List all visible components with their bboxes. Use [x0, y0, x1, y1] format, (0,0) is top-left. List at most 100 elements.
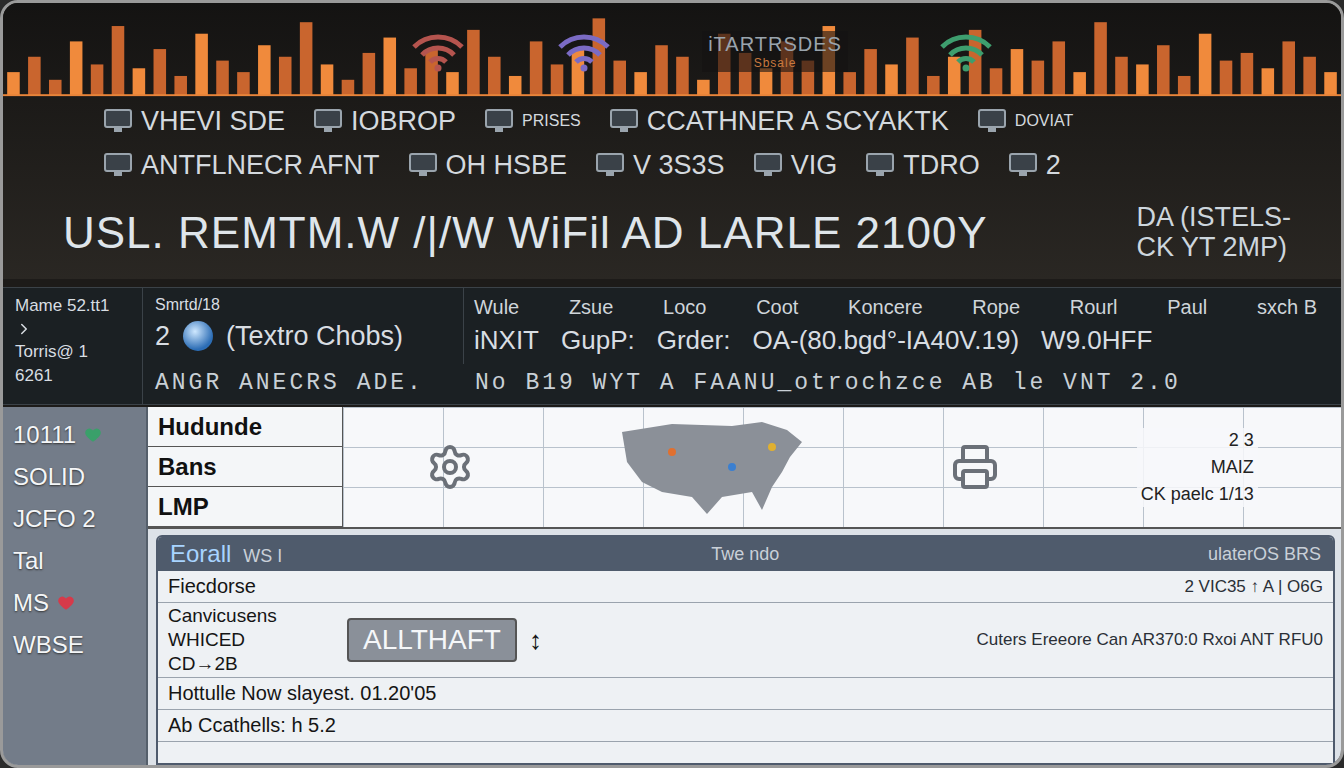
waveform-bar — [133, 68, 146, 95]
table-row: iNXIT GupP: Grder: OA-(80.bgd°-IA40V.19) W9.… — [474, 325, 1317, 356]
table-cell: GupP: — [561, 325, 635, 356]
inner-row[interactable]: Ab Ccathells: h 5.2 — [158, 710, 1333, 742]
waveform-bar — [1157, 45, 1170, 95]
column-header[interactable]: Coot — [756, 296, 798, 319]
waveform-bar — [1199, 34, 1212, 95]
waveform-bar — [363, 53, 376, 95]
grid-marks: 2 3MAIZCK paelc 1/13 — [1137, 428, 1258, 507]
waveform-bar — [990, 68, 1003, 95]
waveform-bar — [258, 45, 271, 95]
title-row: USL. REMTM.W /|/W WiFil AD LARLE 2100Y DA… — [3, 187, 1341, 279]
grid-table: HudundeBansLMP2 3MAIZCK paelc 1/13 — [148, 407, 1341, 529]
resize-arrow[interactable]: ↕ — [529, 625, 542, 655]
waveform-bar — [634, 72, 647, 95]
column-header[interactable]: Koncere — [848, 296, 923, 319]
waveform-bar — [1324, 72, 1337, 95]
sidebar: 10111 SOLID JCFO 2 Tal MS WBSE — [3, 407, 148, 765]
heart-icon — [84, 426, 102, 444]
icon-item[interactable]: VIG — [753, 150, 838, 181]
icon-item[interactable]: 2 — [1008, 150, 1061, 181]
column-header[interactable]: sxch B — [1257, 296, 1317, 319]
heart-icon — [57, 594, 75, 612]
waveform-bar — [1073, 72, 1086, 95]
wifi-icon — [410, 29, 466, 73]
icon-item[interactable]: IOBROP — [313, 106, 456, 137]
waveform-bar — [572, 49, 585, 95]
device-icon — [313, 108, 343, 134]
sidebar-item[interactable]: Tal — [13, 547, 136, 575]
waveform-bar — [7, 72, 20, 95]
waveform-bar — [551, 64, 564, 95]
waveform-strip: iTARTRSDESSbsale — [3, 3, 1341, 99]
icon-row: VHEVI SDE IOBROP PRISES CCATHNER A SCYAKTK D… — [3, 99, 1341, 143]
waveform-bar — [112, 26, 125, 95]
inner-group-row: CanvicusensWHICEDCD→2BALLTHAFT↕Cuters Er… — [158, 603, 1333, 678]
waveform-bar — [676, 57, 689, 95]
column-header[interactable]: Wule — [474, 296, 519, 319]
waveform-bar — [1115, 57, 1128, 95]
device-icon — [103, 152, 133, 178]
waveform-bar — [760, 68, 773, 95]
waveform-bar — [1136, 64, 1149, 95]
title-side: DA (ISTELS-CK YT 2MP) — [1136, 203, 1291, 262]
inner-row[interactable]: Hottulle Now slayest. 01.20'05 — [158, 678, 1333, 710]
waveform-bar — [613, 61, 626, 96]
sidebar-item[interactable]: JCFO 2 — [13, 505, 136, 533]
device-icon — [408, 152, 438, 178]
waveform-bar — [927, 76, 940, 95]
table-header: Wule Zsue Loco Coot Koncere Rope Rourl Paul sxch… — [474, 296, 1317, 319]
waveform-baseline — [3, 94, 1341, 96]
column-header[interactable]: Loco — [663, 296, 706, 319]
icon-item[interactable]: V 3S3S — [595, 150, 725, 181]
icon-item[interactable]: VHEVI SDE — [103, 106, 285, 137]
waveform-bar — [1011, 49, 1024, 95]
column-header[interactable]: Rope — [972, 296, 1020, 319]
orb-icon — [178, 316, 218, 356]
big-title: USL. REMTM.W /|/W WiFil AD LARLE 2100Y — [63, 208, 988, 258]
grid-row-label: Hudunde — [148, 407, 343, 447]
waveform-chart — [3, 3, 1341, 99]
icon-item[interactable]: ANTFLNECR AFNT — [103, 150, 380, 181]
column-header[interactable]: Paul — [1167, 296, 1207, 319]
device-icon — [484, 108, 514, 134]
waveform-bar — [1282, 41, 1295, 95]
sidebar-item[interactable]: MS — [13, 589, 136, 617]
device-icon — [103, 108, 133, 134]
icon-item[interactable]: OH HSBE — [408, 150, 568, 181]
waveform-bar — [91, 64, 104, 95]
waveform-bar — [342, 80, 355, 95]
panel-left: Mame 52.tt1Torris@ 16261 — [3, 288, 143, 404]
column-header[interactable]: Zsue — [569, 296, 613, 319]
machine-icon — [951, 443, 999, 491]
inner-row[interactable]: Fiecdorse2 VIC35 ↑ A | O6G — [158, 571, 1333, 603]
table-cell: iNXIT — [474, 325, 539, 356]
waveform-bar — [154, 49, 167, 95]
waveform-bar — [425, 49, 438, 95]
sidebar-item[interactable]: SOLID — [13, 463, 136, 491]
waveform-bar — [195, 34, 208, 95]
icon-item[interactable]: PRISES — [484, 108, 581, 134]
waveform-bar — [279, 57, 292, 95]
grid-row-label: Bans — [148, 447, 343, 487]
icon-row: ANTFLNECR AFNT OH HSBE V 3S3S VIG TDRO 2 — [3, 143, 1341, 187]
info-panel: Mame 52.tt1Torris@ 16261Smrtd/182(Textro… — [3, 287, 1341, 405]
wifi-icon — [938, 29, 994, 73]
inner-panel: EorallWS ITwe ndoulaterOS BRSFiecdorse2 … — [156, 535, 1335, 765]
table-cell: W9.0HFF — [1041, 325, 1152, 356]
main-area: HudundeBansLMP2 3MAIZCK paelc 1/13Eorall… — [148, 407, 1341, 765]
table-cell: OA-(80.bgd°-IA40V.19) — [752, 325, 1019, 356]
table-cell: Grder: — [657, 325, 731, 356]
waveform-bar — [1094, 22, 1107, 95]
device-icon — [753, 152, 783, 178]
action-button[interactable]: ALLTHAFT — [347, 618, 517, 662]
gear-icon — [426, 443, 474, 491]
sidebar-item[interactable]: 10111 — [13, 421, 136, 449]
waveform-bar — [488, 57, 501, 95]
icon-item[interactable]: CCATHNER A SCYAKTK — [609, 106, 949, 137]
waveform-bar — [843, 72, 856, 95]
icon-item[interactable]: DOVIAT — [977, 108, 1073, 134]
column-header[interactable]: Rourl — [1070, 296, 1118, 319]
sidebar-item[interactable]: WBSE — [13, 631, 136, 659]
waveform-bar — [1178, 76, 1191, 95]
icon-item[interactable]: TDRO — [865, 150, 980, 181]
